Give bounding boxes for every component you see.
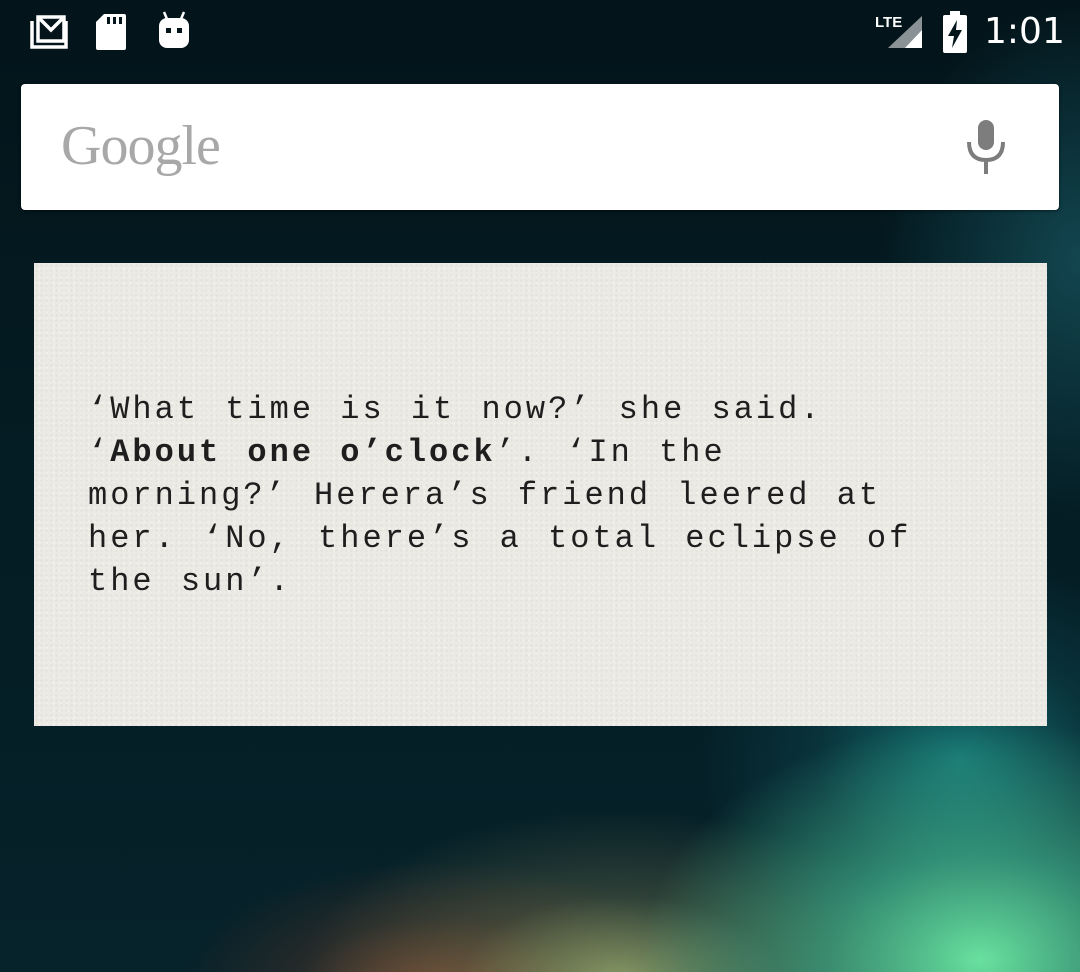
android-icon bbox=[156, 10, 192, 50]
quote-line-4: her. ‘No, there’s a total eclipse of bbox=[88, 520, 912, 557]
quote-widget[interactable]: ‘What time is it now?’ she said. ‘About o… bbox=[34, 263, 1047, 726]
google-search-bar[interactable]: Google bbox=[21, 84, 1059, 210]
quote-line-2-prefix: ‘ bbox=[88, 434, 111, 471]
gmail-icon bbox=[28, 13, 68, 49]
quote-text: ‘What time is it now?’ she said. ‘About o… bbox=[88, 388, 988, 603]
sd-card-icon bbox=[94, 12, 128, 52]
status-bar: LTE 1:01 bbox=[0, 0, 1080, 64]
signal-icon: LTE bbox=[874, 12, 924, 52]
quote-line-2-suffix: ’. ‘In the bbox=[495, 434, 726, 471]
quote-line-1: ‘What time is it now?’ she said. bbox=[88, 391, 823, 428]
quote-highlighted-time: About one o’clock bbox=[110, 434, 496, 471]
quote-line-3: morning?’ Herera’s friend leered at bbox=[88, 477, 882, 514]
google-logo: Google bbox=[61, 115, 221, 177]
status-clock: 1:01 bbox=[984, 11, 1065, 52]
quote-line-5: the sun’. bbox=[88, 563, 292, 600]
battery-charging-icon bbox=[940, 10, 970, 54]
network-type-label: LTE bbox=[875, 14, 902, 31]
microphone-icon[interactable] bbox=[959, 112, 1013, 182]
